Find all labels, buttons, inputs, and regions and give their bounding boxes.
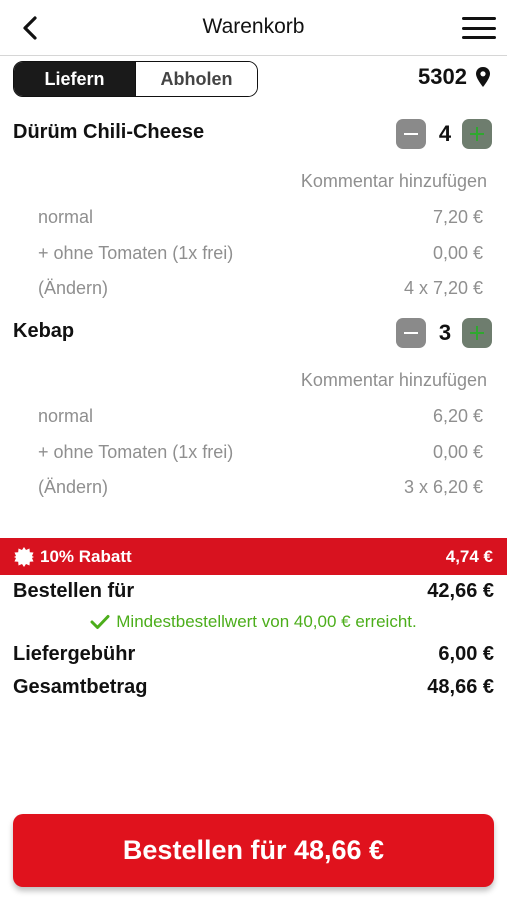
discount-badge-icon [14,547,34,567]
tab-abholen[interactable]: Abholen [135,62,257,96]
item-subtotal: 3 x 6,20 € [403,477,483,497]
delivery-fee-label: Liefergebühr [13,643,136,665]
edit-item-link[interactable]: (Ändern) [38,278,108,299]
minimum-order-note: Mindestbestellwert von 40,00 € erreicht. [0,612,507,632]
increase-quantity-button[interactable] [462,318,492,348]
location-selector[interactable]: 5302 [418,64,491,90]
discount-label: 10% Rabatt [40,547,132,566]
option-label: normal [38,406,94,426]
order-subtotal-label: Bestellen für [13,580,135,602]
option-label: + ohne Tomaten (1x frei) [38,243,234,263]
postcode-label: 5302 [418,64,467,89]
page-title: Warenkorb [202,15,305,38]
option-label: + ohne Tomaten (1x frei) [38,442,234,462]
map-pin-icon [476,67,490,87]
total-value: 48,66 € [427,676,494,698]
delivery-fee-value: 6,00 € [438,643,494,665]
minus-icon [404,332,418,334]
minus-icon [404,133,418,135]
discount-amount: 4,74 € [445,547,493,566]
top-bar: Warenkorb [0,0,507,56]
delivery-mode-toggle: Liefern Abholen [13,61,258,97]
hamburger-menu-icon[interactable] [461,14,497,42]
total-label: Gesamtbetrag [13,676,148,698]
option-price: 0,00 € [432,243,483,263]
tab-liefern[interactable]: Liefern [14,62,135,96]
item-subtotal: 4 x 7,20 € [403,278,483,298]
decrease-quantity-button[interactable] [396,119,426,149]
checkmark-icon [90,615,110,629]
option-price: 6,20 € [432,406,483,426]
discount-banner: 10% Rabatt 4,74 € [0,538,507,575]
decrease-quantity-button[interactable] [396,318,426,348]
place-order-button[interactable]: Bestellen für 48,66 € [13,814,494,887]
add-comment-link[interactable]: Kommentar hinzufügen [301,171,487,192]
option-price: 0,00 € [432,442,483,462]
cart-item-name: Dürüm Chili-Cheese [13,121,205,143]
cart-item-name: Kebap [13,320,75,342]
add-comment-link[interactable]: Kommentar hinzufügen [301,370,487,391]
edit-item-link[interactable]: (Ändern) [38,477,108,498]
option-price: 7,20 € [432,207,483,227]
quantity-value: 4 [438,121,452,146]
increase-quantity-button[interactable] [462,119,492,149]
order-subtotal-value: 42,66 € [427,580,494,602]
minimum-order-text: Mindestbestellwert von 40,00 € erreicht. [116,612,417,631]
quantity-value: 3 [438,320,452,345]
quantity-stepper: 3 [396,318,496,350]
quantity-stepper: 4 [396,119,496,151]
option-label: normal [38,207,94,227]
